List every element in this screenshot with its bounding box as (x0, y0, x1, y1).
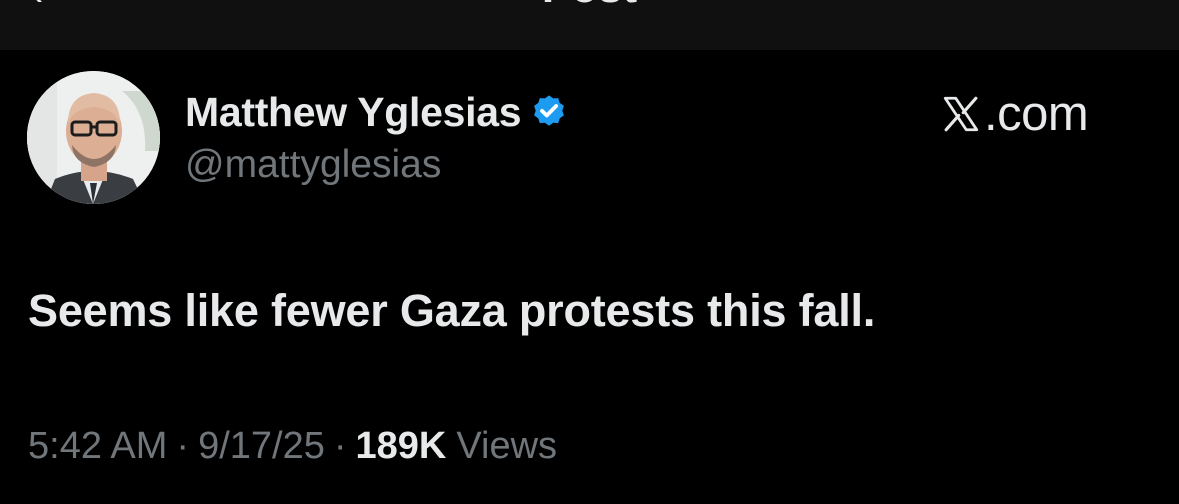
author-name-row[interactable]: Matthew Yglesias (185, 88, 568, 136)
verified-badge-icon (534, 95, 565, 126)
avatar[interactable] (27, 71, 160, 204)
top-bar: ‹ Post (0, 0, 1179, 50)
post-meta: 5:42 AM · 9/17/25 · 189K Views (28, 425, 557, 468)
brand-watermark: .com (940, 86, 1089, 142)
avatar-image (27, 71, 160, 204)
post-date[interactable]: 9/17/25 (198, 425, 325, 468)
views-label: Views (456, 425, 558, 467)
post-text: Seems like fewer Gaza protests this fall… (28, 285, 876, 336)
x-logo-icon (943, 96, 979, 132)
brand-text: .com (984, 87, 1089, 141)
page-title: Post (0, 0, 1179, 10)
author-name[interactable]: Matthew Yglesias (185, 89, 522, 136)
meta-separator: · (176, 425, 190, 467)
views-count[interactable]: 189K (356, 425, 447, 468)
post-time[interactable]: 5:42 AM (28, 425, 167, 468)
meta-separator: · (333, 425, 347, 467)
author-handle[interactable]: @mattyglesias (185, 143, 441, 187)
